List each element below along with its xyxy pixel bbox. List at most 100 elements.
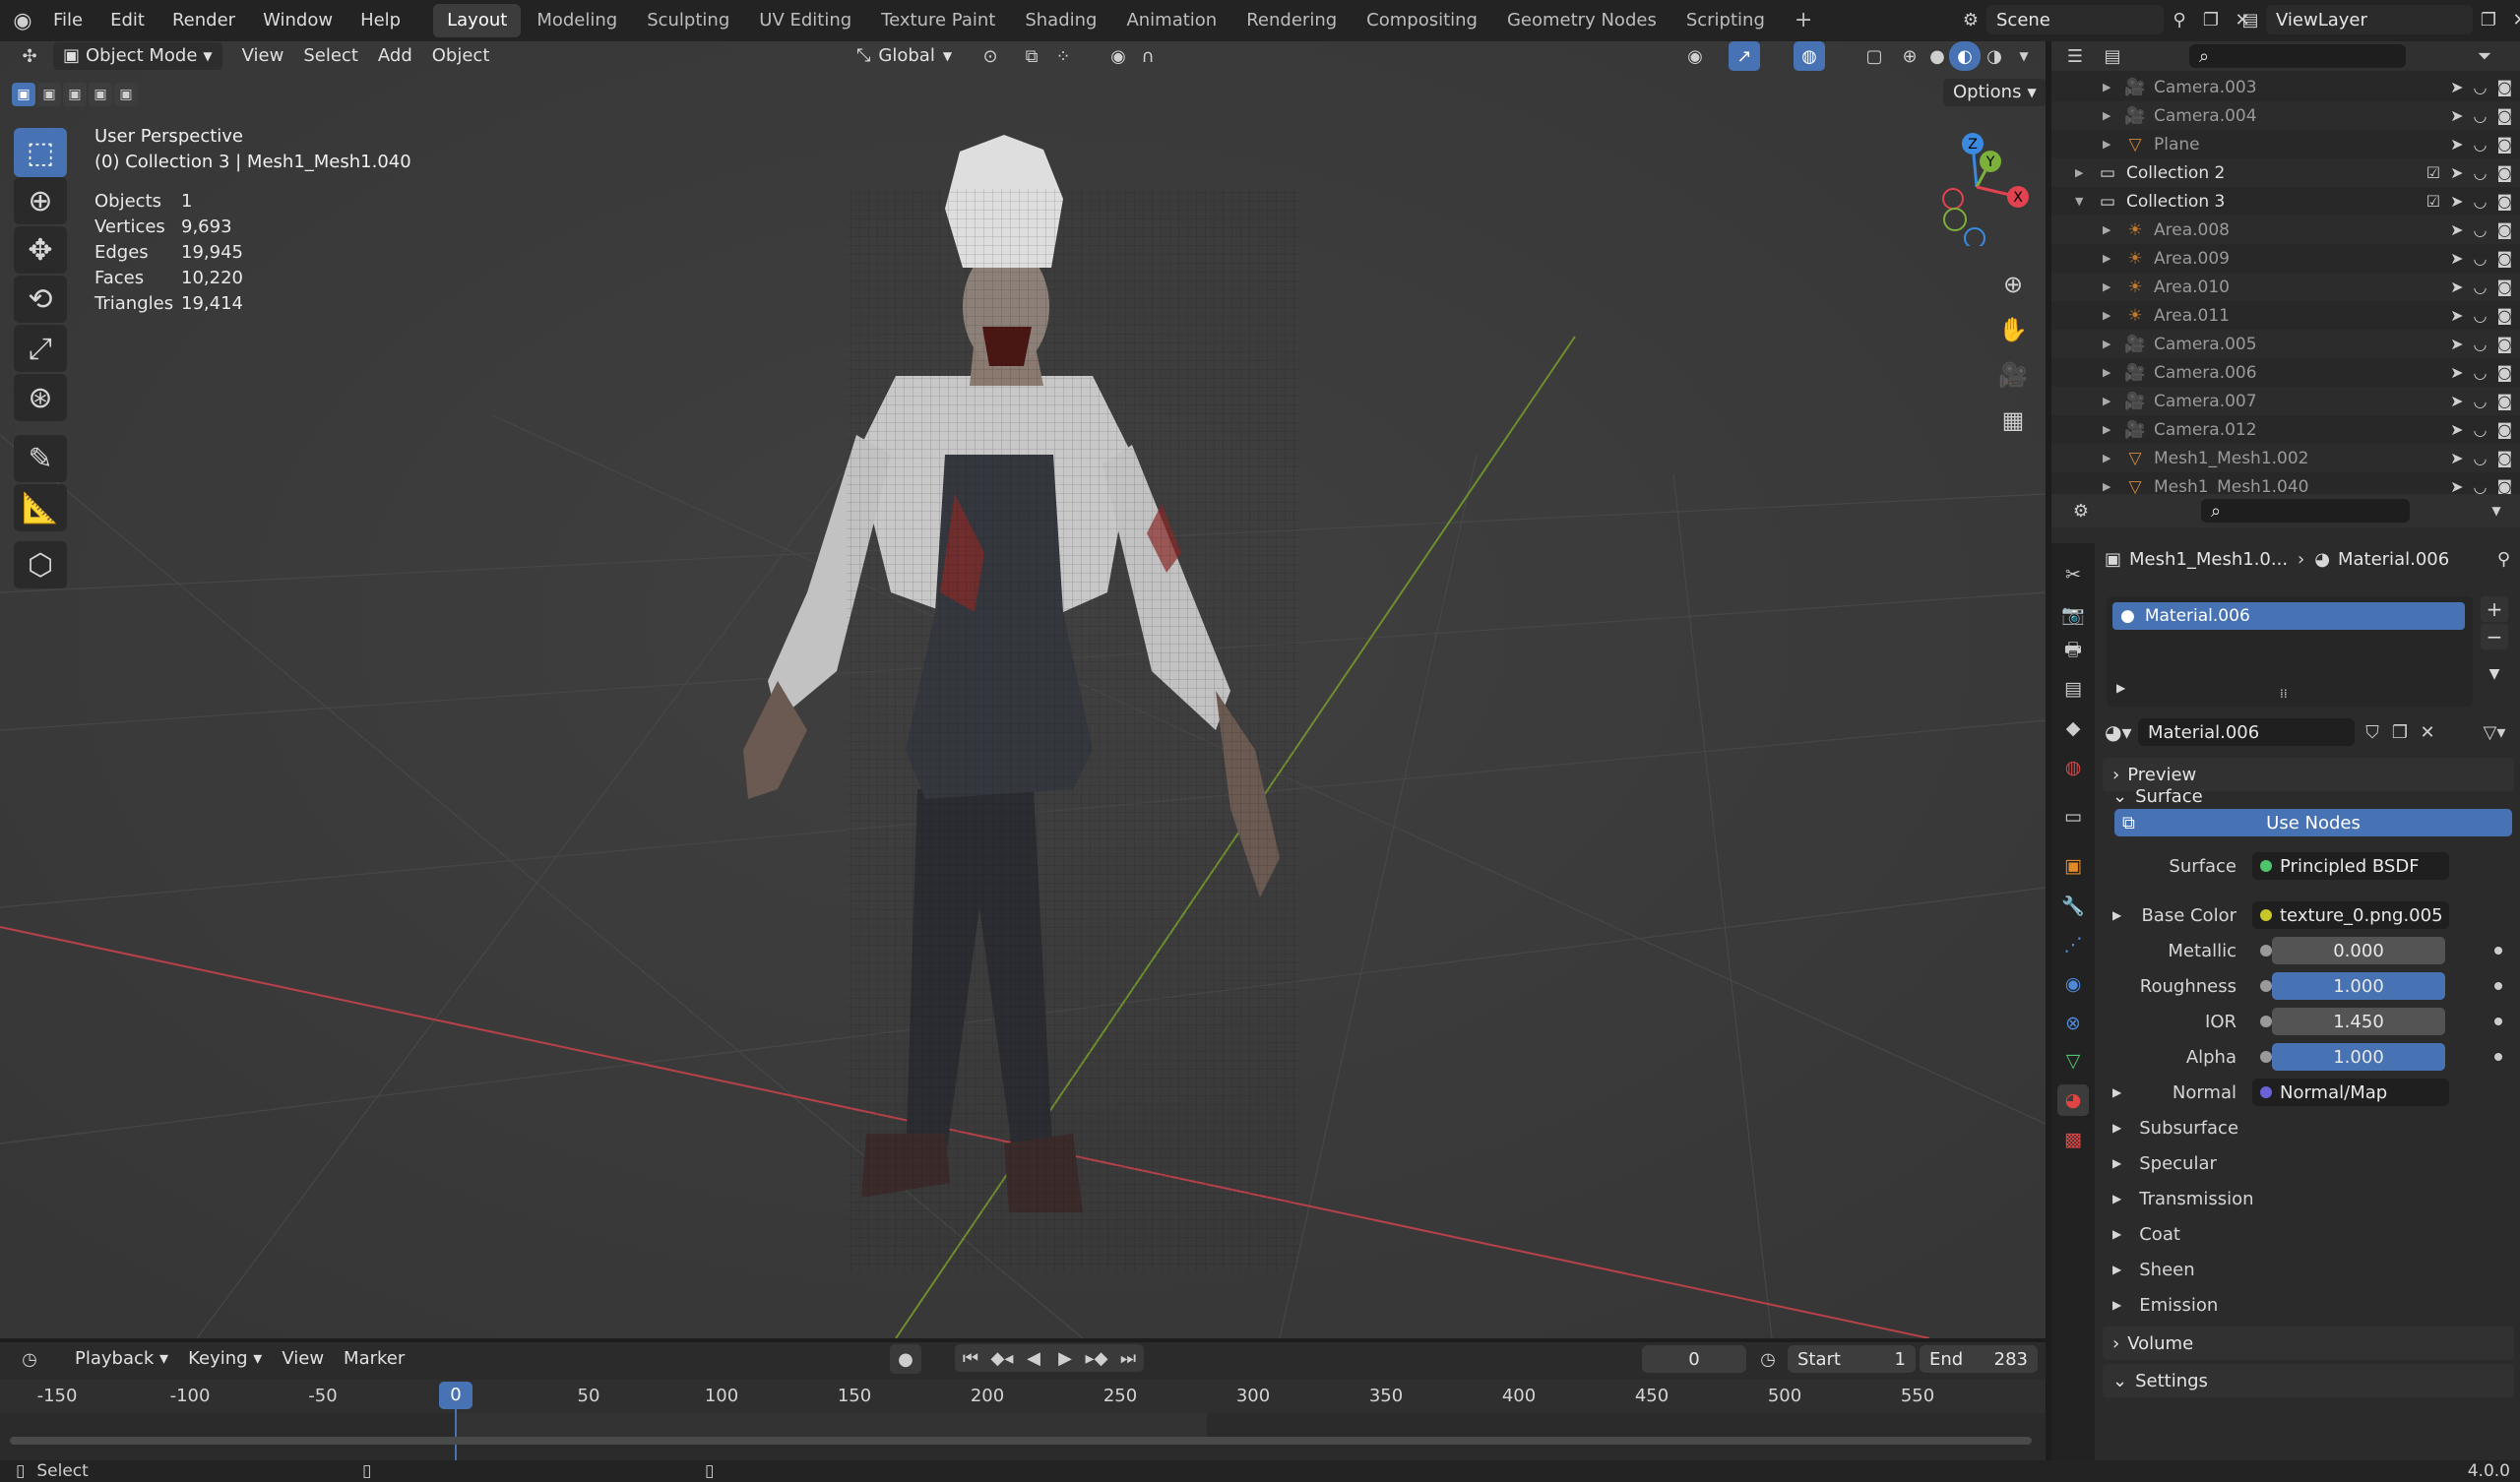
use-nodes-button[interactable]: ⧉ Use Nodes	[2114, 809, 2512, 836]
move-tool[interactable]: ✥	[14, 226, 67, 274]
ior-field[interactable]: 1.450	[2272, 1008, 2445, 1035]
settings-section[interactable]: ⌄ Settings	[2103, 1364, 2514, 1397]
collection-tab-icon[interactable]: ▭	[2057, 801, 2089, 833]
tab-sculpting[interactable]: Sculpting	[633, 4, 743, 37]
menu-file[interactable]: File	[39, 0, 96, 41]
tab-compositing[interactable]: Compositing	[1353, 4, 1491, 37]
menu-timeline-view[interactable]: View	[272, 1345, 334, 1373]
perspective-toggle-icon[interactable]: ▦	[1996, 403, 2030, 437]
render-icon[interactable]: ◙	[2496, 249, 2512, 268]
remove-view-layer-icon[interactable]: ✕	[2504, 5, 2520, 34]
visibility-icon[interactable]: ◡	[2474, 306, 2488, 325]
menu-window[interactable]: Window	[249, 0, 346, 41]
remove-slot-button[interactable]: −	[2481, 624, 2508, 649]
pin-icon[interactable]: ⚲	[2497, 549, 2510, 570]
expand-right-icon[interactable]: ▶	[2103, 395, 2122, 407]
render-icon[interactable]: ◙	[2496, 335, 2512, 353]
new-scene-icon[interactable]: ❐	[2195, 5, 2227, 34]
scene-field[interactable]: Scene	[1986, 5, 2164, 34]
annotate-tool[interactable]: ✎	[14, 435, 67, 482]
exclude-checkbox[interactable]: ☑	[2426, 163, 2440, 182]
keyframe-dot-icon[interactable]	[2494, 947, 2502, 955]
tab-rendering[interactable]: Rendering	[1232, 4, 1351, 37]
selectable-icon[interactable]: ➤	[2450, 278, 2463, 296]
expand-arrow-icon[interactable]: ▶	[2112, 1085, 2121, 1099]
play-icon[interactable]: ▶	[1049, 1343, 1081, 1373]
outliner-row[interactable]: ▶ 🎥 Camera.004 ➤ ◡ ◙	[2051, 101, 2520, 130]
render-icon[interactable]: ◙	[2496, 78, 2512, 96]
outliner-row[interactable]: ▶ 🎥 Camera.005 ➤ ◡ ◙	[2051, 330, 2520, 358]
link-mode-icon[interactable]: ▽▾	[2479, 717, 2510, 747]
render-icon[interactable]: ◙	[2496, 306, 2512, 325]
keyframe-dot-icon[interactable]	[2494, 982, 2502, 990]
measure-tool[interactable]: 📐	[14, 484, 67, 531]
options-dropdown[interactable]: Options ▼	[1943, 79, 2046, 106]
render-icon[interactable]: ◙	[2496, 477, 2512, 494]
expand-right-icon[interactable]: ▶	[2103, 252, 2122, 265]
world-tab-icon[interactable]: ◍	[2057, 752, 2089, 783]
xray-icon[interactable]: ▢	[1858, 41, 1890, 71]
selectable-icon[interactable]: ➤	[2450, 106, 2463, 125]
selectable-icon[interactable]: ➤	[2450, 363, 2463, 382]
outliner-editor-icon[interactable]: ☰	[2059, 41, 2091, 71]
outliner-row[interactable]: ▶ 🎥 Camera.012 ➤ ◡ ◙	[2051, 415, 2520, 444]
blender-logo-icon[interactable]: ◉	[6, 6, 39, 35]
keyframe-dot-icon[interactable]	[2494, 1018, 2502, 1025]
visibility-icon[interactable]: ◡	[2474, 249, 2488, 268]
output-tab-icon[interactable]: 🖶	[2057, 636, 2089, 667]
select-invert-icon[interactable]: ▣	[89, 83, 112, 106]
selectable-icon[interactable]: ➤	[2450, 477, 2463, 494]
keyframe-dot-icon[interactable]	[2494, 1053, 2502, 1061]
scene-icon[interactable]: ⚙	[1955, 5, 1986, 34]
render-icon[interactable]: ◙	[2496, 135, 2512, 154]
overlay-toggle-icon[interactable]: ◍	[1794, 41, 1825, 71]
tab-texture-paint[interactable]: Texture Paint	[867, 4, 1009, 37]
outliner-row[interactable]: ▶ 🎥 Camera.006 ➤ ◡ ◙	[2051, 358, 2520, 387]
menu-playback[interactable]: Playback ▾	[65, 1345, 178, 1373]
pivot-icon[interactable]: ⊙	[975, 41, 1006, 71]
expand-right-icon[interactable]: ▶	[2103, 280, 2122, 293]
outliner-row[interactable]: ▶ ▽ Plane ➤ ◡ ◙	[2051, 130, 2520, 158]
display-mode-icon[interactable]: ▤	[2097, 41, 2128, 71]
selectable-icon[interactable]: ➤	[2450, 392, 2463, 410]
selectable-icon[interactable]: ➤	[2450, 163, 2463, 182]
slot-specials-button[interactable]: ▼	[2481, 661, 2508, 687]
select-box-tool[interactable]: ⬚	[14, 128, 67, 177]
render-icon[interactable]: ◙	[2496, 363, 2512, 382]
expand-arrow-icon[interactable]: ▶	[2112, 908, 2121, 922]
unlink-material-icon[interactable]: ✕	[2412, 717, 2443, 747]
render-icon[interactable]: ◙	[2496, 192, 2512, 211]
expand-right-icon[interactable]: ▶	[2103, 109, 2122, 122]
outliner-row[interactable]: ▶ 🎥 Camera.007 ➤ ◡ ◙	[2051, 387, 2520, 415]
exclude-checkbox[interactable]: ☑	[2426, 192, 2440, 211]
material-slot-list[interactable]: ● Material.006 ▶ ⁞⁞	[2107, 596, 2473, 707]
outliner-row[interactable]: ▶ 🎥 Camera.003 ➤ ◡ ◙	[2051, 73, 2520, 101]
new-view-layer-icon[interactable]: ❐	[2473, 5, 2504, 34]
menu-object[interactable]: Object	[422, 42, 500, 70]
expand-right-icon[interactable]: ▶	[2103, 480, 2122, 493]
constraints-tab-icon[interactable]: ⊗	[2057, 1008, 2089, 1039]
menu-edit[interactable]: Edit	[96, 0, 158, 41]
clock-icon[interactable]: ◷	[1752, 1344, 1784, 1374]
select-subtract-icon[interactable]: ▣	[63, 83, 87, 106]
chevron-down-icon[interactable]: ▼	[2481, 496, 2512, 525]
snap-grid-icon[interactable]: ⁘	[1047, 41, 1079, 71]
visibility-icon[interactable]: ◡	[2474, 363, 2488, 382]
select-intersect-icon[interactable]: ▣	[114, 83, 138, 106]
tab-animation[interactable]: Animation	[1112, 4, 1230, 37]
render-icon[interactable]: ◙	[2496, 163, 2512, 182]
texture-tab-icon[interactable]: ▩	[2057, 1124, 2089, 1155]
tab-modeling[interactable]: Modeling	[523, 4, 631, 37]
outliner-row[interactable]: ▶ ▭ Collection 2 ☑ ➤ ◡ ◙	[2051, 158, 2520, 187]
subpanel-specular[interactable]: ▶ Specular	[2103, 1147, 2217, 1179]
outliner-row[interactable]: ▶ ☀ Area.009 ➤ ◡ ◙	[2051, 244, 2520, 273]
outliner-row[interactable]: ▶ ▽ Mesh1_Mesh1.040 ➤ ◡ ◙	[2051, 472, 2520, 495]
visibility-icon[interactable]: ◡	[2474, 163, 2488, 182]
menu-select[interactable]: Select	[293, 42, 368, 70]
add-slot-button[interactable]: +	[2481, 596, 2508, 622]
cursor-tool[interactable]: ⊕	[14, 177, 67, 224]
visibility-icon[interactable]: ◡	[2474, 278, 2488, 296]
visibility-icon[interactable]: ◡	[2474, 449, 2488, 467]
tab-scripting[interactable]: Scripting	[1672, 4, 1779, 37]
timeline-editor-icon[interactable]: ◷	[14, 1344, 45, 1374]
